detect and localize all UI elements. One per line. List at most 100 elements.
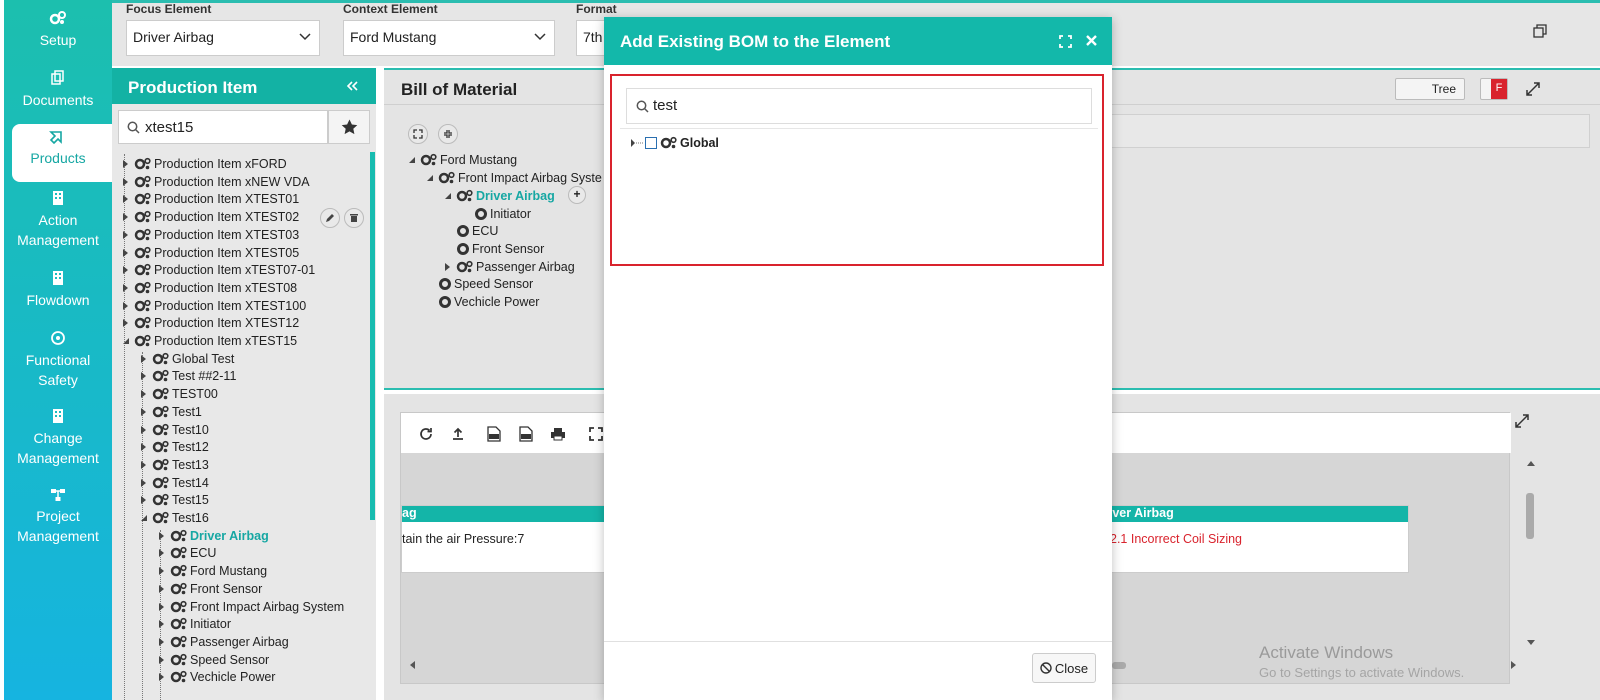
tree-item[interactable]: Test13 bbox=[140, 456, 209, 474]
expand-arrow-icon[interactable] bbox=[140, 496, 148, 505]
expanded-arrow-icon[interactable] bbox=[444, 192, 452, 200]
expanded-arrow-icon[interactable] bbox=[426, 174, 434, 182]
tree-item[interactable]: Production Item xTEST08 bbox=[122, 279, 297, 297]
tree-item[interactable]: Production Item xTEST07-01 bbox=[122, 261, 315, 279]
tree-item[interactable]: Speed Sensor bbox=[158, 651, 269, 669]
expand-arrow-icon[interactable] bbox=[158, 620, 166, 629]
tree-item[interactable]: Front Impact Airbag System bbox=[158, 598, 344, 616]
nav-documents[interactable]: Documents bbox=[4, 70, 112, 110]
delete-button[interactable] bbox=[344, 208, 364, 228]
favorite-button[interactable] bbox=[328, 110, 370, 144]
close-button[interactable]: Close bbox=[1032, 653, 1096, 683]
tree-item[interactable]: Ford Mustang bbox=[158, 562, 267, 580]
expanded-arrow-icon[interactable] bbox=[408, 156, 416, 164]
window-restore-icon[interactable] bbox=[1532, 23, 1548, 39]
tree-item[interactable]: Test ##2-11 bbox=[140, 367, 236, 385]
print-button[interactable] bbox=[547, 423, 569, 445]
scroll-right-icon[interactable] bbox=[1510, 660, 1518, 670]
expand-arrow-icon[interactable] bbox=[140, 443, 148, 452]
tree-item[interactable]: Driver Airbag bbox=[444, 187, 555, 205]
diagram-node-card[interactable]: river Airbag 2.1 Incorrect Coil Sizing bbox=[1099, 505, 1409, 573]
tree-item[interactable]: Production Item XTEST02 bbox=[122, 208, 299, 226]
export-svg-button[interactable] bbox=[483, 423, 505, 445]
expanded-arrow-icon[interactable] bbox=[140, 514, 148, 522]
tree-item[interactable]: Driver Airbag bbox=[158, 527, 269, 545]
nav-change-management[interactable]: Change Management bbox=[4, 408, 112, 468]
scrollbar-thumb[interactable] bbox=[1526, 493, 1534, 539]
expand-arrow-icon[interactable] bbox=[158, 584, 166, 593]
tree-item[interactable]: ECU bbox=[444, 222, 498, 240]
expand-arrow-icon[interactable] bbox=[140, 390, 148, 399]
tree-item[interactable]: ECU bbox=[158, 544, 216, 562]
upload-button[interactable] bbox=[447, 423, 469, 445]
maximize-icon[interactable] bbox=[1059, 35, 1072, 48]
tree-item[interactable]: Production Item XTEST05 bbox=[122, 244, 299, 262]
expand-icon[interactable] bbox=[1526, 82, 1540, 96]
tree-item[interactable]: Test1 bbox=[140, 403, 202, 421]
nav-functional-safety[interactable]: Functional Safety bbox=[4, 330, 112, 390]
tree-item[interactable]: Global Test bbox=[140, 350, 234, 368]
expand-arrow-icon[interactable] bbox=[122, 301, 130, 310]
nav-flowdown[interactable]: Flowdown bbox=[4, 270, 112, 310]
tree-item[interactable]: Initiator bbox=[462, 205, 531, 223]
nav-products[interactable]: Products bbox=[12, 124, 112, 182]
tree-item[interactable]: TEST00 bbox=[140, 385, 218, 403]
tree-item[interactable]: Production Item xNEW VDA bbox=[122, 173, 310, 191]
scrollbar-thumb[interactable] bbox=[370, 152, 375, 520]
tree-item[interactable]: Test16 bbox=[140, 509, 209, 527]
refresh-button[interactable] bbox=[415, 423, 437, 445]
expand-icon[interactable] bbox=[1515, 414, 1529, 428]
nav-action-management[interactable]: Action Management bbox=[4, 190, 112, 250]
collapse-all-button[interactable] bbox=[438, 124, 458, 144]
tree-item[interactable]: Test15 bbox=[140, 491, 209, 509]
expand-arrow-icon[interactable] bbox=[158, 637, 166, 646]
tree-item[interactable]: Production Item xFORD bbox=[122, 155, 287, 173]
expand-arrow-icon[interactable] bbox=[158, 602, 166, 611]
expand-arrow-icon[interactable] bbox=[630, 138, 644, 148]
expand-arrow-icon[interactable] bbox=[122, 177, 130, 186]
close-icon[interactable] bbox=[1085, 34, 1098, 47]
tree-item[interactable]: Speed Sensor bbox=[426, 275, 533, 293]
expand-arrow-icon[interactable] bbox=[140, 372, 148, 381]
tree-item[interactable]: Vechicle Power bbox=[426, 293, 539, 311]
expand-arrow-icon[interactable] bbox=[158, 655, 166, 664]
expanded-arrow-icon[interactable] bbox=[122, 337, 130, 345]
tree-toggle[interactable]: Tree bbox=[1395, 78, 1465, 100]
expand-arrow-icon[interactable] bbox=[122, 160, 130, 168]
export-png-button[interactable] bbox=[515, 423, 537, 445]
nav-project-management[interactable]: Project Management bbox=[4, 488, 112, 546]
expand-arrow-icon[interactable] bbox=[122, 266, 130, 275]
collapse-left-icon[interactable] bbox=[346, 81, 358, 91]
context-element-select[interactable]: Ford Mustang bbox=[343, 20, 555, 56]
bom-filter-input[interactable] bbox=[1110, 114, 1590, 148]
nav-setup[interactable]: Setup bbox=[4, 10, 112, 50]
expand-arrow-icon[interactable] bbox=[158, 567, 166, 576]
modal-search-input[interactable]: test bbox=[626, 88, 1092, 124]
expand-arrow-icon[interactable] bbox=[140, 354, 148, 363]
tree-item[interactable]: Production Item XTEST01 bbox=[122, 190, 299, 208]
expand-arrow-icon[interactable] bbox=[122, 283, 130, 292]
expand-arrow-icon[interactable] bbox=[122, 230, 130, 239]
expand-arrow-icon[interactable] bbox=[158, 549, 166, 558]
tree-item[interactable]: Front Sensor bbox=[444, 240, 544, 258]
modal-tree-item[interactable]: Global bbox=[630, 136, 719, 150]
expand-arrow-icon[interactable] bbox=[158, 673, 166, 682]
edit-button[interactable] bbox=[320, 208, 340, 228]
expand-arrow-icon[interactable] bbox=[140, 407, 148, 416]
focus-element-select[interactable]: Driver Airbag bbox=[126, 20, 320, 56]
expand-arrow-icon[interactable] bbox=[140, 460, 148, 469]
tree-item[interactable]: Front Sensor bbox=[158, 580, 262, 598]
tree-item[interactable]: Test10 bbox=[140, 421, 209, 439]
production-search-input[interactable]: xtest15 bbox=[118, 110, 328, 144]
tree-item[interactable]: Production Item xTEST15 bbox=[122, 332, 297, 350]
expand-arrow-icon[interactable] bbox=[140, 425, 148, 434]
vertical-scrollbar[interactable] bbox=[1526, 459, 1536, 649]
tree-item[interactable]: Ford Mustang bbox=[408, 151, 517, 169]
expand-all-button[interactable] bbox=[408, 124, 428, 144]
expand-arrow-icon[interactable] bbox=[158, 531, 166, 540]
expand-arrow-icon[interactable] bbox=[122, 248, 130, 257]
tree-item[interactable]: Initiator bbox=[158, 615, 231, 633]
expand-arrow-icon[interactable] bbox=[444, 263, 452, 271]
tree-checkbox[interactable] bbox=[645, 137, 657, 149]
tree-item[interactable]: Passenger Airbag bbox=[444, 258, 575, 276]
